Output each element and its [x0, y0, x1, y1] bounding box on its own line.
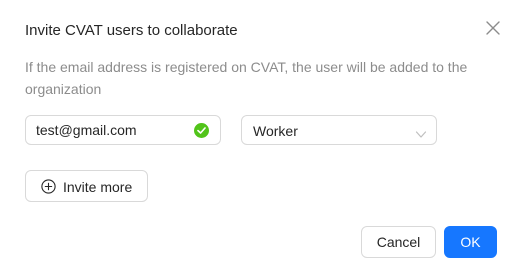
dialog-title: Invite CVAT users to collaborate [25, 22, 238, 39]
ok-button[interactable]: OK [444, 226, 497, 258]
role-select[interactable]: Worker [241, 115, 437, 145]
email-input[interactable] [36, 116, 186, 144]
chevron-down-icon [415, 126, 427, 138]
check-circle-icon [194, 123, 209, 138]
role-select-value: Worker [253, 123, 298, 139]
plus-circle-icon [41, 179, 56, 194]
invite-more-label: Invite more [63, 179, 133, 195]
invite-users-dialog: Invite CVAT users to collaborate If the … [0, 0, 520, 279]
email-field[interactable] [25, 115, 221, 145]
dialog-description: If the email address is registered on CV… [25, 59, 468, 97]
cancel-button[interactable]: Cancel [361, 226, 436, 258]
close-icon[interactable] [484, 19, 502, 37]
invite-more-button[interactable]: Invite more [25, 170, 148, 202]
